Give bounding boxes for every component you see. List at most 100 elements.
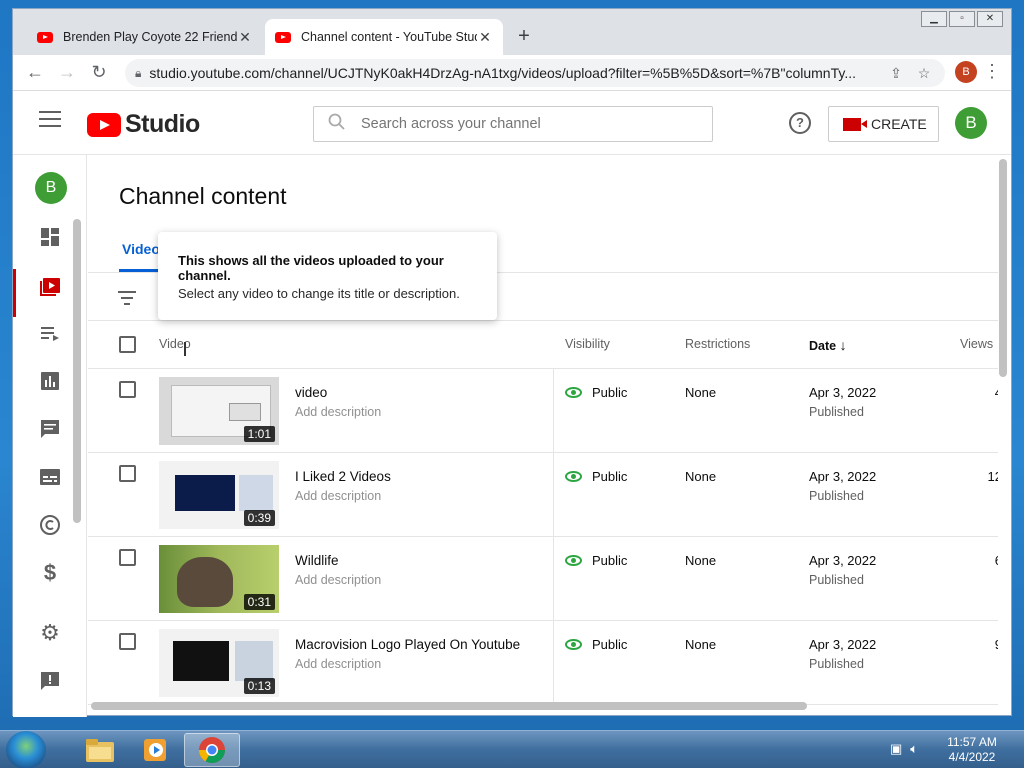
sidebar-item-playlists[interactable] [13,311,87,355]
back-arrow-icon[interactable]: ← [19,57,51,89]
settings-icon: ⚙ [40,620,60,645]
sidebar-item-comments[interactable] [13,407,87,451]
video-duration: 0:31 [243,594,275,610]
visibility-cell[interactable]: Public [565,385,627,400]
new-tab-plus-icon[interactable]: + [513,25,535,48]
column-visibility[interactable]: Visibility [565,337,610,351]
video-description[interactable]: Add description [295,573,381,587]
search-icon [328,113,345,135]
network-icon[interactable]: ▣ [890,741,902,757]
browser-tab-brenden[interactable]: Brenden Play Coyote 22 Friend - ✕ [27,19,263,55]
lock-icon: 🔒︎ [135,65,142,80]
tab-active-underline [119,269,163,272]
search-box[interactable] [313,106,713,142]
sidebar-item-monetization[interactable]: $ [13,551,87,595]
taskbar-media-player[interactable] [128,733,184,767]
views-value: 12 [987,469,998,484]
column-views[interactable]: Views [960,337,993,351]
video-thumbnail[interactable]: 0:31 [159,545,279,613]
text-cursor-icon [184,342,186,356]
date-value: Apr 3, 2022 [809,553,877,568]
video-thumbnail[interactable]: 0:39 [159,461,279,529]
column-date-label: Date [809,339,837,353]
channel-avatar[interactable]: B [35,172,67,204]
video-description[interactable]: Add description [295,405,381,419]
visibility-cell[interactable]: Public [565,553,627,568]
sidebar-item-settings[interactable]: ⚙ [13,611,87,655]
table-row[interactable]: 0:13 Macrovision Logo Played On Youtube … [88,621,998,705]
table-row[interactable]: 0:39 I Liked 2 Videos Add description Pu… [88,453,998,537]
help-icon[interactable]: ? [789,112,811,134]
reload-icon[interactable]: ↻ [83,57,115,89]
taskbar-chrome[interactable] [184,733,240,767]
sidebar-item-subtitles[interactable] [13,455,87,499]
create-button[interactable]: CREATE [828,106,939,142]
video-title[interactable]: Macrovision Logo Played On Youtube [295,637,520,652]
sidebar-item-analytics[interactable] [13,359,87,403]
row-checkbox[interactable] [119,381,136,398]
column-date[interactable]: Date ↓ [809,337,847,353]
column-restrictions[interactable]: Restrictions [685,337,750,351]
browser-profile-avatar[interactable]: B [955,61,977,83]
visibility-cell[interactable]: Public [565,469,627,484]
row-checkbox[interactable] [119,549,136,566]
system-tray: ▣ 🔈︎ [890,741,918,757]
table-row[interactable]: 0:31 Wildlife Add description Public Non… [88,537,998,621]
youtube-play-logo-icon [87,112,121,137]
share-icon[interactable]: ⇪ [885,65,907,82]
create-button-label: CREATE [871,116,927,132]
thumbnail-screenshot [235,641,273,681]
video-title[interactable]: video [295,385,327,400]
visibility-value: Public [592,469,628,484]
address-bar[interactable]: 🔒︎ studio.youtube.com/channel/UCJTNyK0ak… [125,59,945,87]
taskbar-clock[interactable]: 11:57 AM 4/4/2022 [930,735,1014,765]
close-window-icon[interactable]: ✕ [977,11,1003,27]
sidebar-item-copyright[interactable] [13,503,87,547]
feedback-icon [41,672,59,690]
tab-close-icon[interactable]: ✕ [237,29,253,46]
account-avatar[interactable]: B [955,107,987,139]
table-row[interactable]: 1:01 video Add description Public None A… [88,369,998,453]
tab-close-icon[interactable]: ✕ [477,29,493,46]
video-duration: 1:01 [243,426,275,442]
eye-icon [565,471,582,482]
tab-videos[interactable]: Video [122,241,160,257]
copyright-icon [40,515,60,535]
browser-tab-title: Brenden Play Coyote 22 Friend - [63,30,237,44]
video-thumbnail[interactable]: 0:13 [159,629,279,697]
youtube-studio-logo[interactable]: Studio [87,110,200,139]
sidebar-item-dashboard[interactable] [13,215,87,259]
start-button-icon[interactable] [6,731,46,768]
hamburger-menu-icon[interactable] [39,111,61,132]
video-title[interactable]: I Liked 2 Videos [295,469,391,484]
filter-icon[interactable] [118,291,136,309]
search-input[interactable] [361,116,712,132]
restrictions-value: None [685,385,717,400]
browser-menu-kebab-icon[interactable]: ⋮ [983,61,1001,82]
minimize-icon[interactable]: ▁ [921,11,947,27]
page-vertical-scrollbar[interactable] [999,159,1007,377]
clock-time: 11:57 AM [947,735,997,749]
row-checkbox[interactable] [119,465,136,482]
maximize-icon[interactable]: ▫ [949,11,975,27]
sidebar-item-content[interactable] [13,265,87,317]
forward-arrow-icon[interactable]: → [51,57,83,89]
taskbar-explorer[interactable] [72,733,128,767]
video-duration: 0:39 [243,510,275,526]
bookmark-star-icon[interactable]: ☆ [913,65,935,82]
video-description[interactable]: Add description [295,489,381,503]
volume-icon[interactable]: 🔈︎ [910,741,918,757]
select-all-checkbox[interactable] [119,336,136,353]
visibility-cell[interactable]: Public [565,637,627,652]
dashboard-icon [41,228,59,246]
video-thumbnail[interactable]: 1:01 [159,377,279,445]
thumbnail-animal [177,557,233,607]
video-title[interactable]: Wildlife [295,553,339,568]
video-description[interactable]: Add description [295,657,381,671]
visibility-value: Public [592,637,628,652]
table-horizontal-scrollbar[interactable] [91,702,807,710]
row-checkbox[interactable] [119,633,136,650]
browser-tab-channel-content[interactable]: Channel content - YouTube Studi ✕ [265,19,503,55]
sidebar-item-feedback[interactable] [13,659,87,703]
thumbnail-dialog [229,403,261,421]
